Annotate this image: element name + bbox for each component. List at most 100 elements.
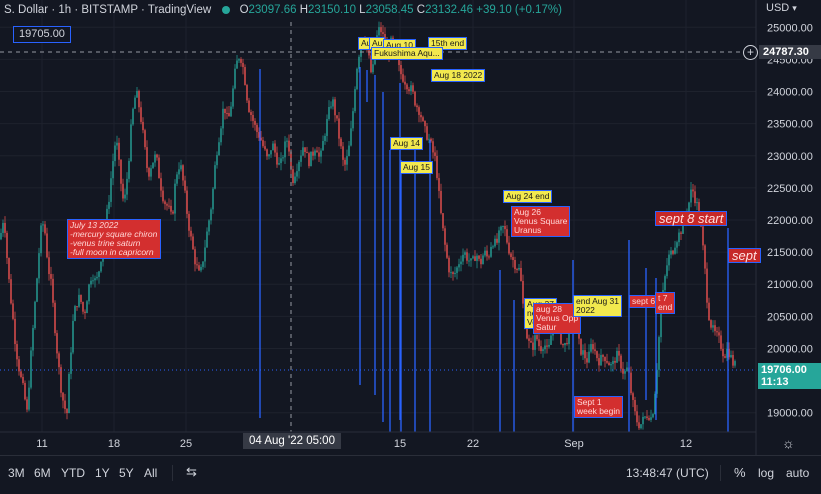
candle-body: [208, 220, 210, 232]
range-all[interactable]: All: [144, 466, 157, 480]
candle-body: [44, 224, 46, 234]
candle-body: [670, 250, 672, 255]
crosshair-time-label: 04 Aug '22 05:00: [243, 433, 341, 449]
interval-label[interactable]: 1h: [58, 4, 71, 16]
candle-body: [590, 344, 592, 352]
annotation-july13[interactable]: July 13 2022 -mercury square chiron -ven…: [67, 219, 161, 259]
candle-body: [450, 272, 452, 274]
candle-body: [40, 225, 42, 254]
clock-display[interactable]: 13:48:47 (UTC): [626, 466, 709, 480]
candle-body: [170, 205, 172, 212]
candle-body: [492, 246, 494, 248]
candle-body: [474, 256, 476, 261]
annotation-sept1[interactable]: Sept 1 week begin: [574, 396, 624, 418]
candle-body: [196, 264, 198, 266]
range-5y[interactable]: 5Y: [119, 466, 134, 480]
currency-selector[interactable]: USD ▾: [766, 2, 797, 14]
percent-toggle[interactable]: %: [734, 465, 746, 480]
candle-body: [484, 250, 486, 256]
market-status-dot[interactable]: [222, 5, 231, 14]
x-tick-label: 25: [180, 438, 192, 450]
candle-body: [74, 306, 76, 321]
candle-body: [108, 201, 110, 209]
candle-body: [300, 155, 302, 162]
candle-body: [298, 161, 300, 172]
annotation-sept[interactable]: sept: [728, 248, 761, 263]
candle-body: [26, 399, 28, 410]
candle-body: [86, 301, 88, 314]
candle-body: [696, 202, 698, 204]
settings-gear-icon[interactable]: ☼: [782, 435, 795, 451]
divider: [720, 465, 721, 481]
candle-body: [600, 355, 602, 366]
candle-body: [432, 141, 434, 153]
annotation-aug14[interactable]: Aug 14: [390, 137, 423, 150]
candle-body: [652, 414, 654, 418]
candle-body: [50, 274, 52, 279]
range-6m[interactable]: 6M: [34, 466, 51, 480]
candle-body: [646, 416, 648, 419]
candle-body: [98, 271, 100, 277]
candle-body: [122, 183, 124, 199]
annotation-sept7[interactable]: t 7 end: [655, 292, 676, 314]
candle-body: [344, 159, 346, 165]
candle-body: [694, 191, 696, 204]
candle-body: [692, 189, 694, 192]
annotation-sept6[interactable]: sept 6: [629, 295, 659, 308]
candle-body: [598, 358, 600, 366]
annotation-aug24-end[interactable]: Aug 24 end: [503, 190, 553, 203]
candle-body: [466, 252, 468, 261]
candle-body: [478, 255, 480, 259]
annotation-sept8-start[interactable]: sept 8 start: [655, 211, 728, 226]
range-1y[interactable]: 1Y: [95, 466, 110, 480]
range-ytd[interactable]: YTD: [61, 466, 85, 480]
annotation-aug26[interactable]: Aug 26 Venus Square Uranus: [511, 206, 571, 237]
candle-body: [132, 108, 134, 125]
candle-body: [76, 306, 78, 308]
candle-body: [302, 147, 304, 156]
candle-body: [184, 180, 186, 191]
candle-body: [202, 261, 204, 267]
candle-body: [704, 245, 706, 269]
candle-body: [214, 165, 216, 189]
log-toggle[interactable]: log: [758, 466, 774, 480]
auto-toggle[interactable]: auto: [786, 466, 809, 480]
candle-body: [308, 153, 310, 167]
candle-body: [512, 257, 514, 260]
candle-body: [402, 74, 404, 82]
candle-body: [482, 255, 484, 265]
annotation-fukushima[interactable]: Fukushima Aqu...: [371, 47, 443, 60]
candle-body: [166, 204, 168, 206]
price-input-box[interactable]: 19705.00: [13, 26, 71, 43]
candle-body: [264, 146, 266, 150]
candle-body: [210, 209, 212, 221]
candle-body: [444, 228, 446, 245]
y-tick-label: 21000.00: [767, 279, 813, 291]
annotation-aug15[interactable]: Aug 15: [400, 161, 433, 174]
annotation-aug18[interactable]: Aug 18 2022: [431, 69, 486, 82]
date-range-icon[interactable]: ⇆: [186, 464, 197, 480]
exchange-label: BITSTAMP: [81, 4, 138, 16]
candle-body: [256, 124, 258, 133]
candle-body: [528, 338, 530, 341]
candle-body: [296, 171, 298, 177]
add-alert-icon[interactable]: +: [743, 45, 758, 60]
annotation-end-aug31[interactable]: end Aug 31 2022: [573, 295, 623, 317]
candle-body: [404, 81, 406, 85]
symbol-name[interactable]: S. Dollar: [4, 4, 48, 16]
candle-body: [232, 88, 234, 107]
candle-body: [464, 252, 466, 255]
candle-body: [508, 242, 510, 254]
candle-body: [110, 178, 112, 202]
range-3m[interactable]: 3M: [8, 466, 25, 480]
candle-body: [34, 301, 36, 329]
candle-body: [624, 371, 626, 374]
candle-body: [268, 154, 270, 157]
candle-body: [138, 91, 140, 108]
candle-body: [372, 64, 374, 73]
candle-body: [242, 62, 244, 68]
candle-body: [426, 126, 428, 140]
candle-body: [406, 84, 408, 90]
candle-body: [22, 377, 24, 384]
candle-body: [28, 387, 30, 410]
